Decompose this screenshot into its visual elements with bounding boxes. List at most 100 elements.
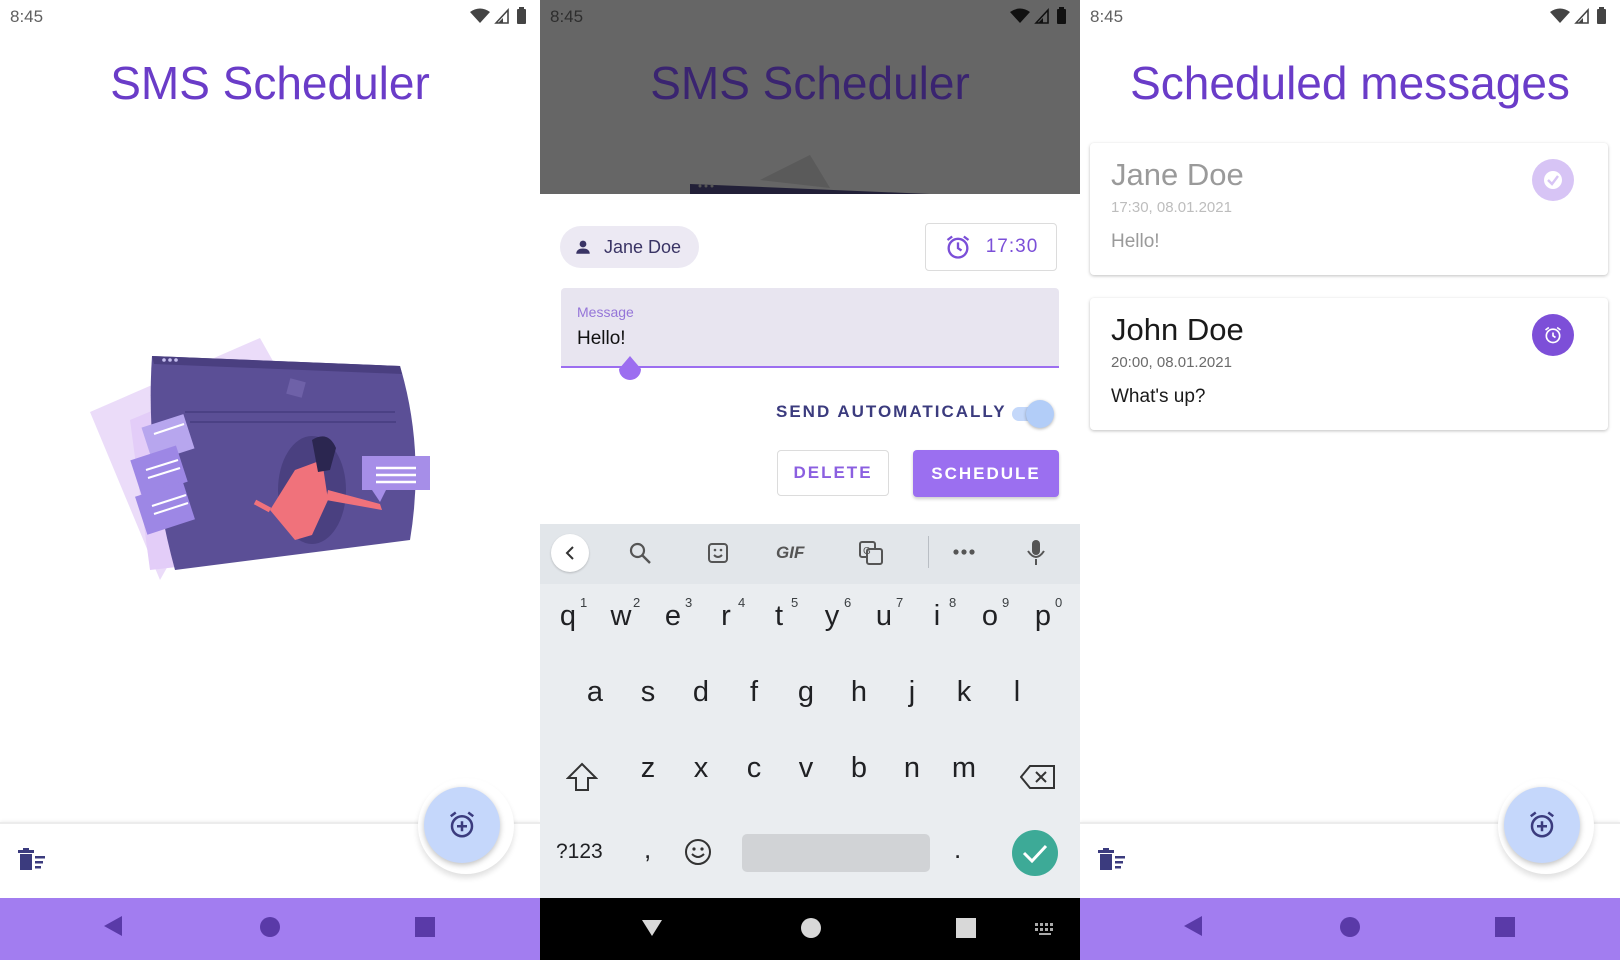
dimmed-illustration [690, 155, 930, 194]
svg-text:G: G [863, 546, 871, 557]
recents-square-icon[interactable] [955, 917, 977, 939]
key-s[interactable]: s [628, 676, 668, 709]
back-down-triangle-icon[interactable] [640, 918, 664, 938]
key-hint: 1 [580, 595, 588, 610]
period-key[interactable]: . [954, 834, 961, 865]
contact-name: John Doe [1111, 312, 1244, 347]
key-h[interactable]: h [839, 676, 879, 709]
space-bar[interactable] [742, 834, 930, 872]
more-icon[interactable] [952, 548, 976, 556]
add-schedule-fab[interactable] [424, 787, 500, 863]
person-icon [576, 240, 590, 254]
key-hint: 3 [685, 595, 693, 610]
search-icon[interactable] [628, 541, 652, 565]
keyboard-toolbar: GIF G [540, 524, 1080, 584]
check-icon [1022, 844, 1048, 863]
message-text: Hello! [1111, 231, 1160, 252]
check-circle-icon [1544, 171, 1562, 189]
key-f[interactable]: f [734, 676, 774, 709]
send-automatically-label: SEND AUTOMATICALLY [776, 402, 1007, 421]
message-card[interactable]: John Doe 20:00, 08.01.2021 What's up? [1090, 298, 1608, 430]
key-g[interactable]: g [786, 676, 826, 709]
key-hint: 6 [844, 595, 852, 610]
key-v[interactable]: v [786, 752, 826, 785]
key-n[interactable]: n [892, 752, 932, 785]
enter-key[interactable] [1012, 830, 1058, 876]
text-cursor-handle[interactable] [617, 356, 643, 384]
contact-name: Jane Doe [1111, 157, 1244, 192]
back-triangle-icon[interactable] [102, 914, 124, 938]
back-chevron-icon[interactable] [551, 534, 589, 572]
gif-button[interactable]: GIF [776, 543, 804, 563]
wifi-signal-battery-icon [1010, 7, 1066, 24]
time-label: 17:30 [985, 236, 1039, 257]
app-title: SMS Scheduler [110, 57, 430, 109]
status-time: 8:45 [550, 7, 584, 26]
emoji-icon[interactable] [684, 838, 712, 866]
screen-home-empty: 8:45 SMS Scheduler [0, 0, 540, 960]
empty-state-illustration [90, 338, 430, 580]
status-time: 8:45 [10, 7, 44, 26]
key-a[interactable]: a [575, 676, 615, 709]
alarm-icon [1545, 326, 1561, 344]
keyboard-switch-icon[interactable] [1034, 922, 1056, 936]
alarm-add-icon [450, 811, 474, 838]
key-j[interactable]: j [892, 676, 932, 709]
contact-name: Jane Doe [604, 236, 682, 257]
alarm-icon [946, 235, 969, 259]
add-schedule-fab[interactable] [1504, 787, 1580, 863]
translate-icon[interactable]: G [858, 540, 884, 566]
status-bar: 8:45 [540, 0, 1080, 34]
message-label: Message [577, 304, 634, 320]
send-automatically-switch[interactable] [1010, 400, 1054, 428]
delete-sweep-icon[interactable] [1098, 848, 1126, 872]
system-nav-bar [1080, 898, 1620, 960]
home-circle-icon[interactable] [800, 917, 822, 939]
status-badge [1532, 314, 1574, 356]
alarm-add-icon [1530, 811, 1554, 838]
comma-key[interactable]: , [644, 834, 651, 865]
recents-square-icon[interactable] [414, 916, 436, 938]
message-datetime: 17:30, 08.01.2021 [1111, 199, 1232, 216]
key-hint: 4 [738, 595, 746, 610]
status-bar: 8:45 [1080, 0, 1620, 34]
delete-sweep-icon[interactable] [18, 848, 46, 872]
message-input[interactable] [577, 328, 977, 350]
key-hint: 8 [949, 595, 957, 610]
schedule-button[interactable]: SCHEDULE [913, 450, 1059, 497]
wifi-signal-battery-icon [1550, 7, 1606, 24]
key-d[interactable]: d [681, 676, 721, 709]
key-l[interactable]: l [997, 676, 1037, 709]
back-triangle-icon[interactable] [1182, 914, 1204, 938]
system-nav-bar [540, 898, 1080, 960]
screen-schedule-dialog: 8:45 SMS Scheduler Jane Doe 17:30 Messag… [540, 0, 1080, 960]
mic-icon[interactable] [1026, 539, 1046, 567]
message-card[interactable]: Jane Doe 17:30, 08.01.2021 Hello! [1090, 143, 1608, 275]
status-icons [470, 7, 528, 30]
status-icons [1010, 7, 1068, 30]
key-x[interactable]: x [681, 752, 721, 785]
key-c[interactable]: c [734, 752, 774, 785]
message-text: What's up? [1111, 386, 1206, 407]
key-z[interactable]: z [628, 752, 668, 785]
key-hint: 0 [1055, 595, 1063, 610]
wifi-signal-battery-icon [470, 7, 526, 24]
page-title: Scheduled messages [1130, 57, 1570, 109]
home-circle-icon[interactable] [259, 916, 281, 938]
recents-square-icon[interactable] [1494, 916, 1516, 938]
contact-chip[interactable]: Jane Doe [560, 226, 700, 268]
key-b[interactable]: b [839, 752, 879, 785]
status-icons [1550, 7, 1608, 30]
dimmed-background: 8:45 SMS Scheduler [540, 0, 1080, 194]
key-k[interactable]: k [944, 676, 984, 709]
key-m[interactable]: m [944, 752, 984, 785]
delete-button[interactable]: DELETE [777, 450, 889, 496]
system-nav-bar [0, 898, 540, 960]
home-circle-icon[interactable] [1339, 916, 1361, 938]
symbols-key[interactable]: ?123 [556, 840, 603, 864]
backspace-icon[interactable] [1020, 764, 1056, 790]
time-picker-button[interactable]: 17:30 [925, 223, 1057, 271]
shift-icon[interactable] [566, 762, 598, 792]
status-badge [1532, 159, 1574, 201]
sticker-icon[interactable] [706, 541, 730, 565]
